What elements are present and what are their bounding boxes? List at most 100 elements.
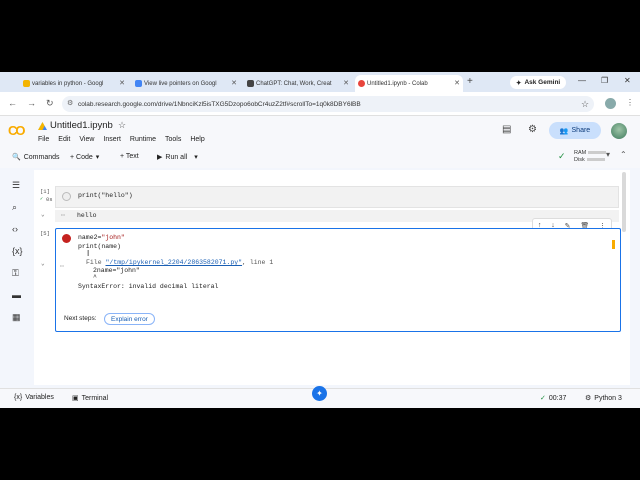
code-line-1[interactable]: name2="john" bbox=[78, 234, 125, 241]
next-steps-label: Next steps: bbox=[64, 315, 97, 322]
menu-bar: File Edit View Insert Runtime Tools Help bbox=[38, 136, 205, 143]
tab-variables-in-python[interactable]: variables in python - Googl ✕ bbox=[20, 75, 128, 92]
notebook-scrollbar[interactable] bbox=[622, 172, 626, 232]
variables-icon[interactable]: {x} bbox=[12, 246, 23, 256]
menu-edit[interactable]: Edit bbox=[58, 136, 70, 143]
runtime-dropdown-icon[interactable]: ▾ bbox=[606, 150, 610, 159]
traceback-file-link[interactable]: "/tmp/ipykernel_2204/2863582071.py" bbox=[106, 259, 243, 266]
browser-menu-icon[interactable]: ⋮ bbox=[626, 98, 634, 107]
star-icon[interactable]: ☆ bbox=[118, 120, 126, 131]
code-line-2[interactable]: print(name) bbox=[78, 243, 121, 250]
screen: variables in python - Googl ✕ View live … bbox=[0, 72, 640, 408]
share-button[interactable]: 👥 Share bbox=[549, 122, 601, 139]
new-tab-button[interactable]: + bbox=[467, 76, 473, 87]
terminal-button[interactable]: ▣ Terminal bbox=[72, 394, 108, 403]
terminal-icon: ▣ bbox=[72, 395, 79, 402]
connected-check-icon: ✓ bbox=[558, 151, 566, 161]
run-all-button[interactable]: ▶ Run all ▾ bbox=[157, 153, 198, 162]
file-suffix: , line 1 bbox=[242, 259, 274, 266]
comment-icon[interactable]: ▤ bbox=[502, 124, 511, 135]
reload-icon[interactable]: ↻ bbox=[46, 98, 54, 109]
error-run-cell-icon[interactable] bbox=[62, 234, 71, 243]
disk-label: Disk bbox=[574, 157, 585, 163]
back-icon[interactable]: ← bbox=[8, 98, 17, 108]
commands-label: Commands bbox=[23, 153, 60, 161]
tab-view-live-pointers[interactable]: View live pointers on Googl ✕ bbox=[132, 75, 240, 92]
exec-time: 0s bbox=[46, 196, 53, 203]
colab-logo[interactable]: CO bbox=[8, 123, 25, 138]
error-message: SyntaxError: invalid decimal literal bbox=[78, 283, 219, 290]
runtime-time: 00:37 bbox=[548, 394, 567, 402]
disk-bar bbox=[586, 158, 605, 162]
success-check-icon: ✓ bbox=[40, 196, 44, 202]
tab-chatgpt[interactable]: ChatGPT: Chat, Work, Creat ✕ bbox=[244, 75, 352, 92]
run-cell-icon[interactable] bbox=[62, 192, 71, 201]
find-icon[interactable]: ⌕ bbox=[12, 202, 17, 213]
python-version[interactable]: ⚙ Python 3 bbox=[585, 394, 622, 403]
address-bar-row: ← → ↻ ⚙ colab.research.google.com/drive/… bbox=[0, 92, 640, 116]
explain-error-button[interactable]: Explain error bbox=[104, 313, 155, 325]
commands-button[interactable]: 🔍 Commands bbox=[12, 153, 60, 162]
menu-insert[interactable]: Insert bbox=[103, 136, 121, 143]
google-favicon-icon bbox=[135, 80, 142, 87]
collapse-header-icon[interactable]: ⌃ bbox=[620, 150, 627, 159]
add-text-button[interactable]: + Text bbox=[120, 153, 139, 160]
close-icon[interactable]: ✕ bbox=[231, 79, 237, 87]
collapse-output-icon[interactable]: ⌄ bbox=[41, 211, 45, 218]
exec-count: [1] bbox=[40, 188, 50, 195]
ask-gemini-label: Ask Gemini bbox=[524, 79, 561, 86]
colab-header: CO Untitled1.ipynb ☆ File Edit View Inse… bbox=[0, 116, 640, 148]
tab-untitled1-colab[interactable]: Untitled1.ipynb - Colab ✕ bbox=[355, 75, 463, 92]
settings-gear-icon[interactable]: ⚙ bbox=[528, 124, 537, 135]
add-code-button[interactable]: + Code ▾ bbox=[70, 153, 100, 162]
browser-profile-avatar[interactable] bbox=[605, 98, 616, 109]
code-cell-2[interactable]: name2="john" print(name) I ⋯ File "/tmp/… bbox=[55, 228, 621, 332]
output-menu-icon[interactable]: ⋯ bbox=[61, 211, 65, 219]
exec-count: [5] bbox=[40, 230, 50, 237]
string-token: "john" bbox=[101, 234, 125, 241]
code-snippets-icon[interactable]: ‹› bbox=[12, 224, 18, 234]
close-window-icon[interactable]: ✕ bbox=[624, 76, 631, 85]
bookmark-star-icon[interactable]: ☆ bbox=[581, 99, 589, 110]
terminal-grid-icon[interactable]: ▦ bbox=[12, 312, 21, 323]
chatgpt-favicon-icon bbox=[247, 80, 254, 87]
menu-runtime[interactable]: Runtime bbox=[130, 136, 156, 143]
gemini-fab-button[interactable]: ✦ bbox=[312, 386, 327, 401]
close-icon[interactable]: ✕ bbox=[454, 79, 460, 87]
menu-tools[interactable]: Tools bbox=[165, 136, 181, 143]
url-bar[interactable]: ⚙ colab.research.google.com/drive/1Nbnci… bbox=[62, 96, 594, 112]
ram-bar bbox=[588, 151, 607, 155]
variables-label: Variables bbox=[25, 394, 54, 401]
variables-button[interactable]: {x} Variables bbox=[14, 394, 54, 401]
left-rail: ☰ ⌕ ‹› {x} ⚿ ▬ ▦ bbox=[0, 170, 34, 385]
forward-icon[interactable]: → bbox=[27, 98, 36, 108]
code-cell-1[interactable]: print("hello") bbox=[55, 186, 619, 208]
output-text: hello bbox=[77, 212, 97, 219]
ram-disk-indicator[interactable]: RAM Disk bbox=[574, 150, 607, 164]
menu-view[interactable]: View bbox=[79, 136, 94, 143]
close-icon[interactable]: ✕ bbox=[343, 79, 349, 87]
add-text-label: + Text bbox=[120, 153, 139, 160]
menu-help[interactable]: Help bbox=[190, 136, 204, 143]
minimize-icon[interactable]: — bbox=[578, 76, 586, 85]
maximize-icon[interactable]: ❐ bbox=[601, 76, 608, 85]
files-folder-icon[interactable]: ▬ bbox=[12, 290, 21, 300]
chevron-down-icon: ▾ bbox=[95, 154, 100, 161]
add-code-label: + Code bbox=[70, 153, 93, 161]
user-avatar[interactable] bbox=[611, 123, 627, 139]
close-icon[interactable]: ✕ bbox=[119, 79, 125, 87]
notebook-title[interactable]: Untitled1.ipynb bbox=[50, 120, 113, 131]
collapse-output-icon[interactable]: ⌄ bbox=[41, 260, 45, 267]
site-info-icon[interactable]: ⚙ bbox=[67, 99, 73, 107]
cell-code[interactable]: print("hello") bbox=[78, 192, 133, 199]
tab-label: View live pointers on Googl bbox=[144, 80, 217, 87]
secrets-key-icon[interactable]: ⚿ bbox=[12, 268, 19, 279]
table-of-contents-icon[interactable]: ☰ bbox=[12, 180, 20, 191]
python-icon: ⚙ bbox=[585, 395, 592, 402]
colab-favicon-icon bbox=[358, 80, 365, 87]
runtime-status[interactable]: ✓ 00:37 bbox=[540, 394, 567, 403]
run-all-label: Run all bbox=[165, 153, 188, 161]
traceback-code: 2name="john" bbox=[93, 267, 140, 274]
menu-file[interactable]: File bbox=[38, 136, 49, 143]
ask-gemini-button[interactable]: ✦ Ask Gemini bbox=[510, 76, 567, 89]
